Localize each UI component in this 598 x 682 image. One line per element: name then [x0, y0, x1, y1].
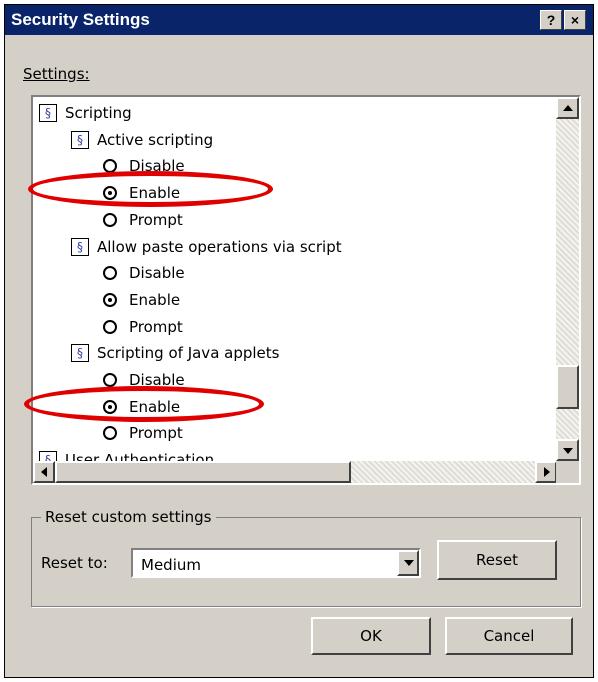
tree-item-label: Active scripting	[97, 130, 214, 149]
tree-item-label: Allow paste operations via script	[97, 237, 342, 256]
tree-option-row[interactable]: Disable	[103, 261, 185, 285]
vertical-scroll-thumb[interactable]	[556, 365, 579, 409]
reset-button[interactable]: Reset	[437, 540, 557, 580]
tree-category-row: § Scripting	[39, 101, 132, 125]
reset-group-title: Reset custom settings	[41, 508, 216, 526]
cancel-button[interactable]: Cancel	[445, 617, 573, 655]
radio-button[interactable]	[103, 399, 117, 414]
scroll-left-button[interactable]	[33, 461, 55, 483]
settings-tree[interactable]: § Scripting § Active scripting Disable Enable…	[31, 95, 581, 485]
setting-icon: §	[71, 130, 89, 149]
horizontal-scroll-thumb[interactable]	[55, 461, 351, 483]
settings-label: Settings:	[23, 65, 90, 83]
radio-button[interactable]	[103, 373, 117, 387]
arrow-up-icon	[563, 105, 573, 111]
tree-setting-row: § Allow paste operations via script	[71, 235, 342, 259]
tree-setting-row: § Active scripting	[71, 128, 213, 152]
radio-button[interactable]	[103, 266, 117, 281]
tree-item-label: Disable	[129, 157, 185, 176]
category-icon: §	[39, 104, 57, 122]
reset-to-combobox[interactable]: Medium	[131, 548, 421, 578]
reset-to-label-text: Reset to:	[41, 554, 108, 572]
tree-option-row[interactable]: Prompt	[103, 208, 183, 232]
scroll-right-button[interactable]	[535, 461, 557, 483]
ok-button[interactable]: OK	[311, 617, 431, 655]
tree-item-label: Scripting of Java applets	[97, 344, 280, 363]
scrollbar-corner	[556, 461, 579, 483]
close-button[interactable]: ×	[564, 10, 586, 30]
radio-button[interactable]	[103, 319, 117, 334]
tree-option-row[interactable]: Enable	[103, 395, 180, 419]
tree-item-label: Prompt	[129, 210, 183, 229]
radio-button[interactable]	[103, 212, 117, 227]
tree-option-row[interactable]: Prompt	[103, 315, 183, 339]
tree-option-row[interactable]: Enable	[103, 288, 180, 312]
tree-item-label: Scripting	[65, 104, 132, 122]
radio-button[interactable]	[103, 292, 117, 307]
tree-setting-row: § Scripting of Java applets	[71, 341, 279, 365]
arrow-down-icon	[563, 448, 573, 454]
reset-to-label: Reset to:	[41, 554, 108, 572]
vertical-scrollbar[interactable]	[556, 97, 579, 461]
window-title: Security Settings	[11, 10, 150, 29]
tree-item-label: Disable	[129, 371, 185, 389]
tree-item-label: Enable	[129, 290, 181, 309]
combobox-dropdown-button[interactable]	[397, 550, 419, 576]
chevron-down-icon	[404, 560, 414, 566]
security-settings-dialog: Security Settings ? × Settings: § Scripti…	[4, 4, 594, 678]
setting-icon: §	[71, 237, 89, 256]
arrow-left-icon	[41, 467, 47, 477]
tree-item-label: Prompt	[129, 317, 183, 336]
settings-label-text: Settings:	[23, 65, 90, 83]
tree-item-label: Disable	[129, 264, 185, 283]
tree-option-row[interactable]: Disable	[103, 154, 185, 178]
help-button[interactable]: ?	[540, 10, 562, 30]
tree-item-label: Prompt	[129, 424, 183, 443]
tree-option-row[interactable]: Enable	[103, 181, 180, 205]
scroll-down-button[interactable]	[556, 439, 579, 461]
setting-icon: §	[71, 344, 89, 363]
scroll-up-button[interactable]	[556, 97, 579, 119]
radio-button[interactable]	[103, 186, 117, 201]
tree-item-label: Enable	[129, 184, 181, 203]
title-bar[interactable]: Security Settings ? ×	[5, 5, 593, 35]
radio-button[interactable]	[103, 426, 117, 441]
tree-item-label: Enable	[129, 397, 181, 416]
tree-option-row[interactable]: Prompt	[103, 421, 183, 445]
horizontal-scrollbar[interactable]	[33, 461, 557, 483]
radio-button[interactable]	[103, 159, 117, 174]
reset-to-value: Medium	[141, 556, 201, 574]
arrow-right-icon	[544, 467, 550, 477]
tree-option-row[interactable]: Disable	[103, 368, 185, 392]
